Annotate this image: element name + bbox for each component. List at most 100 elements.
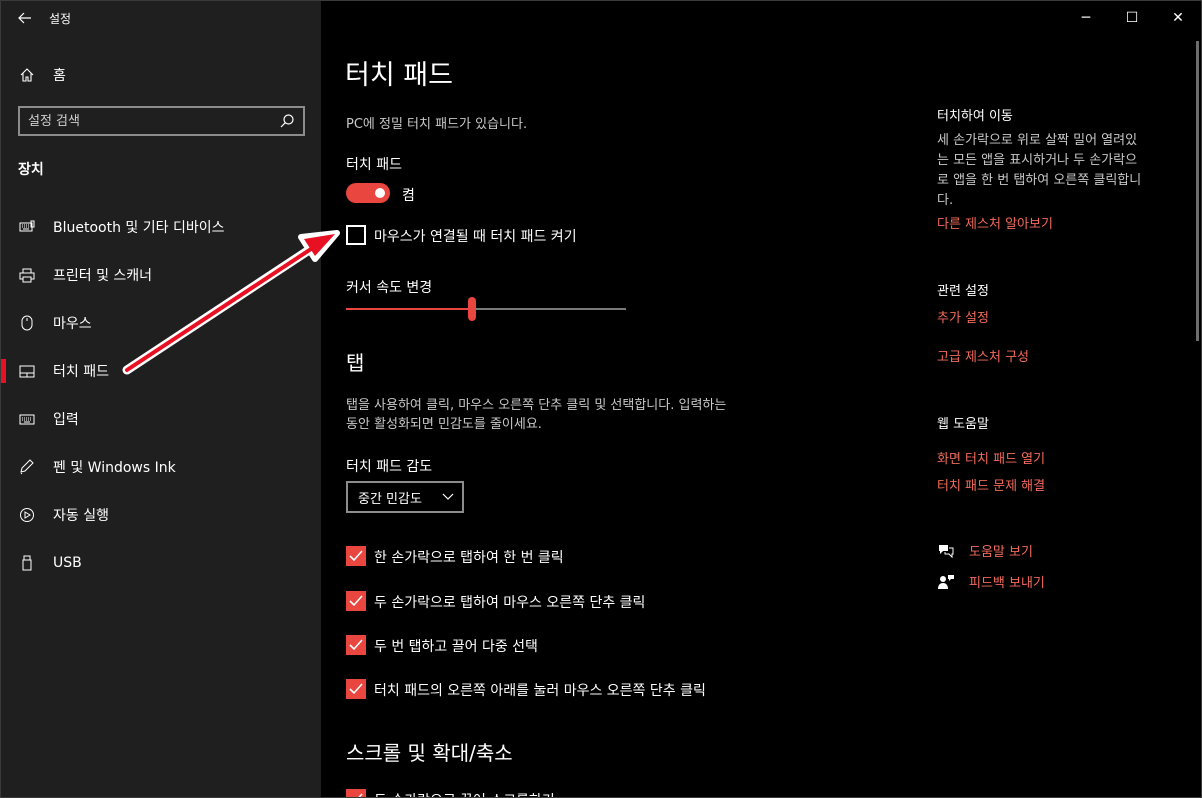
- tap-option-label: 한 손가락으로 탭하여 한 번 클릭: [374, 550, 564, 566]
- sidebar-nav: Bluetooth 및 기타 디바이스 프린터 및 스캐너 마우스 터치 패드: [1, 203, 321, 587]
- gestures-link[interactable]: 다른 제스처 알아보기: [937, 213, 1053, 232]
- page-title: 터치 패드: [345, 60, 453, 91]
- sidebar-item-printers[interactable]: 프린터 및 스캐너: [1, 251, 321, 299]
- navigate-description: 세 손가락으로 위로 살짝 밀어 열려있 는 모든 앱을 표시하거나 두 손가락…: [937, 131, 1177, 211]
- back-button[interactable]: [1, 1, 49, 35]
- sidebar-item-label: USB: [53, 555, 82, 571]
- sidebar-item-mouse[interactable]: 마우스: [1, 299, 321, 347]
- close-button[interactable]: ✕: [1155, 1, 1201, 35]
- touchpad-icon: [1, 365, 53, 378]
- troubleshoot-touchpad-link[interactable]: 터치 패드 문제 해결: [937, 475, 1045, 494]
- slider-fill: [346, 308, 472, 310]
- sidebar-item-typing[interactable]: 입력: [1, 395, 321, 443]
- scrollbar[interactable]: [1196, 41, 1199, 341]
- section-label-devices: 장치: [18, 162, 44, 178]
- close-icon: ✕: [1172, 10, 1184, 26]
- taps-description-line2: 동안 활성화되면 민감도를 줄이세요.: [346, 417, 542, 432]
- sidebar-item-label: 펜 및 Windows Ink: [53, 460, 176, 476]
- feedback-row[interactable]: 피드백 보내기: [937, 572, 1045, 591]
- sensitivity-value: 중간 민감도: [358, 491, 422, 507]
- window-controls: ─ ☐ ✕: [1063, 1, 1201, 35]
- checkmark-icon: [349, 550, 363, 562]
- main-content: ─ ☐ ✕ 터치 패드 PC에 정밀 터치 패드가 있습니다. 터치 패드 켬 …: [321, 1, 1201, 797]
- checkmark-icon: [358, 793, 363, 797]
- navigate-description-line: 로 앱을 한 번 탭하여 오른쪽 클릭합니: [937, 173, 1142, 188]
- back-arrow-icon: [18, 12, 31, 24]
- sidebar-item-label: 자동 실행: [53, 508, 109, 524]
- checkmark-icon: [349, 683, 363, 695]
- taps-heading: 탭: [346, 351, 365, 375]
- autoplay-icon: [1, 507, 53, 523]
- get-help-row[interactable]: 도움말 보기: [937, 541, 1033, 560]
- mouse-icon: [1, 315, 53, 331]
- feedback-link[interactable]: 피드백 보내기: [969, 572, 1045, 591]
- checkmark-icon: [349, 595, 363, 607]
- keyboard-icon: [1, 414, 53, 425]
- precision-note: PC에 정밀 터치 패드가 있습니다.: [346, 117, 528, 132]
- sidebar-item-bluetooth[interactable]: Bluetooth 및 기타 디바이스: [1, 203, 321, 251]
- search-input[interactable]: [28, 113, 279, 129]
- touchpad-toggle[interactable]: [346, 183, 390, 203]
- scroll-option-label: 두 손가락으로 끌어 스크롤하기: [374, 790, 555, 797]
- cursor-speed-label: 커서 속도 변경: [346, 280, 433, 296]
- help-chat-icon: [937, 543, 969, 559]
- scroll-option-checkbox[interactable]: [346, 789, 366, 797]
- printer-icon: [1, 268, 53, 283]
- tap-option-checkbox[interactable]: [346, 635, 366, 655]
- navigate-description-line: 는 모든 앱을 표시하거나 두 손가락으: [937, 153, 1138, 168]
- sensitivity-label: 터치 패드 감도: [346, 459, 433, 475]
- cursor-speed-slider[interactable]: [346, 297, 626, 321]
- pen-icon: [1, 459, 53, 475]
- additional-settings-link[interactable]: 추가 설정: [937, 307, 989, 326]
- tap-option-label: 두 손가락으로 탭하여 마우스 오른쪽 단추 클릭: [374, 595, 646, 611]
- onscreen-touchpad-link[interactable]: 화면 터치 패드 열기: [937, 448, 1045, 467]
- sensitivity-dropdown[interactable]: 중간 민감도: [346, 481, 464, 513]
- home-nav-item[interactable]: 홈: [1, 59, 321, 91]
- leave-on-label: 마우스가 연결될 때 터치 패드 켜기: [374, 229, 577, 245]
- slider-thumb[interactable]: [468, 297, 476, 321]
- minimize-icon: ─: [1081, 10, 1091, 26]
- navigate-description-line: 다.: [937, 193, 954, 208]
- minimize-button[interactable]: ─: [1063, 1, 1109, 35]
- title-bar: 설정: [1, 1, 321, 35]
- navigate-heading: 터치하여 이동: [937, 109, 1013, 124]
- sidebar-item-pen[interactable]: 펜 및 Windows Ink: [1, 443, 321, 491]
- sidebar-item-label: 입력: [53, 412, 79, 428]
- touchpad-toggle-label: 터치 패드: [346, 157, 402, 173]
- web-help-heading: 웹 도움말: [937, 417, 989, 432]
- tap-option-label: 두 번 탭하고 끌어 다중 선택: [374, 639, 538, 655]
- settings-window: 설정 홈 장치 Bluetooth 및 기타 디바이스: [0, 0, 1202, 798]
- tap-option-label: 터치 패드의 오른쪽 아래를 눌러 마우스 오른쪽 단추 클릭: [374, 683, 706, 699]
- sidebar-item-label: 프린터 및 스캐너: [53, 268, 153, 284]
- search-icon[interactable]: [279, 113, 295, 129]
- sidebar-item-touchpad[interactable]: 터치 패드: [1, 347, 321, 395]
- tap-option-checkbox[interactable]: [346, 591, 366, 611]
- tap-option-checkbox[interactable]: [346, 546, 366, 566]
- taps-description-line1: 탭을 사용하여 클릭, 마우스 오른쪽 단추 클릭 및 선택합니다. 입력하는: [346, 398, 727, 413]
- sidebar-item-usb[interactable]: USB: [1, 539, 321, 587]
- usb-icon: [1, 555, 53, 571]
- get-help-link[interactable]: 도움말 보기: [969, 541, 1033, 560]
- checkmark-icon: [349, 639, 363, 651]
- sidebar-item-autoplay[interactable]: 자동 실행: [1, 491, 321, 539]
- home-label: 홈: [53, 68, 66, 84]
- sidebar-item-label: 마우스: [53, 316, 92, 332]
- tap-option-checkbox[interactable]: [346, 679, 366, 699]
- bluetooth-devices-icon: [1, 220, 53, 234]
- leave-on-checkbox[interactable]: [346, 225, 366, 245]
- sidebar: 설정 홈 장치 Bluetooth 및 기타 디바이스: [1, 1, 321, 797]
- sidebar-item-label: 터치 패드: [53, 364, 109, 380]
- maximize-icon: ☐: [1125, 10, 1139, 26]
- toggle-state-text: 켬: [402, 188, 415, 204]
- navigate-description-line: 세 손가락으로 위로 살짝 밀어 열려있: [937, 133, 1138, 148]
- toggle-knob: [375, 188, 385, 198]
- chevron-down-icon: [442, 493, 454, 500]
- maximize-button[interactable]: ☐: [1109, 1, 1155, 35]
- sidebar-item-label: Bluetooth 및 기타 디바이스: [53, 220, 225, 236]
- app-title: 설정: [49, 11, 72, 26]
- home-icon: [1, 68, 53, 82]
- search-box[interactable]: [18, 106, 305, 136]
- related-settings-heading: 관련 설정: [937, 284, 989, 299]
- advanced-gesture-link[interactable]: 고급 제스처 구성: [937, 346, 1029, 365]
- feedback-icon: [937, 574, 969, 590]
